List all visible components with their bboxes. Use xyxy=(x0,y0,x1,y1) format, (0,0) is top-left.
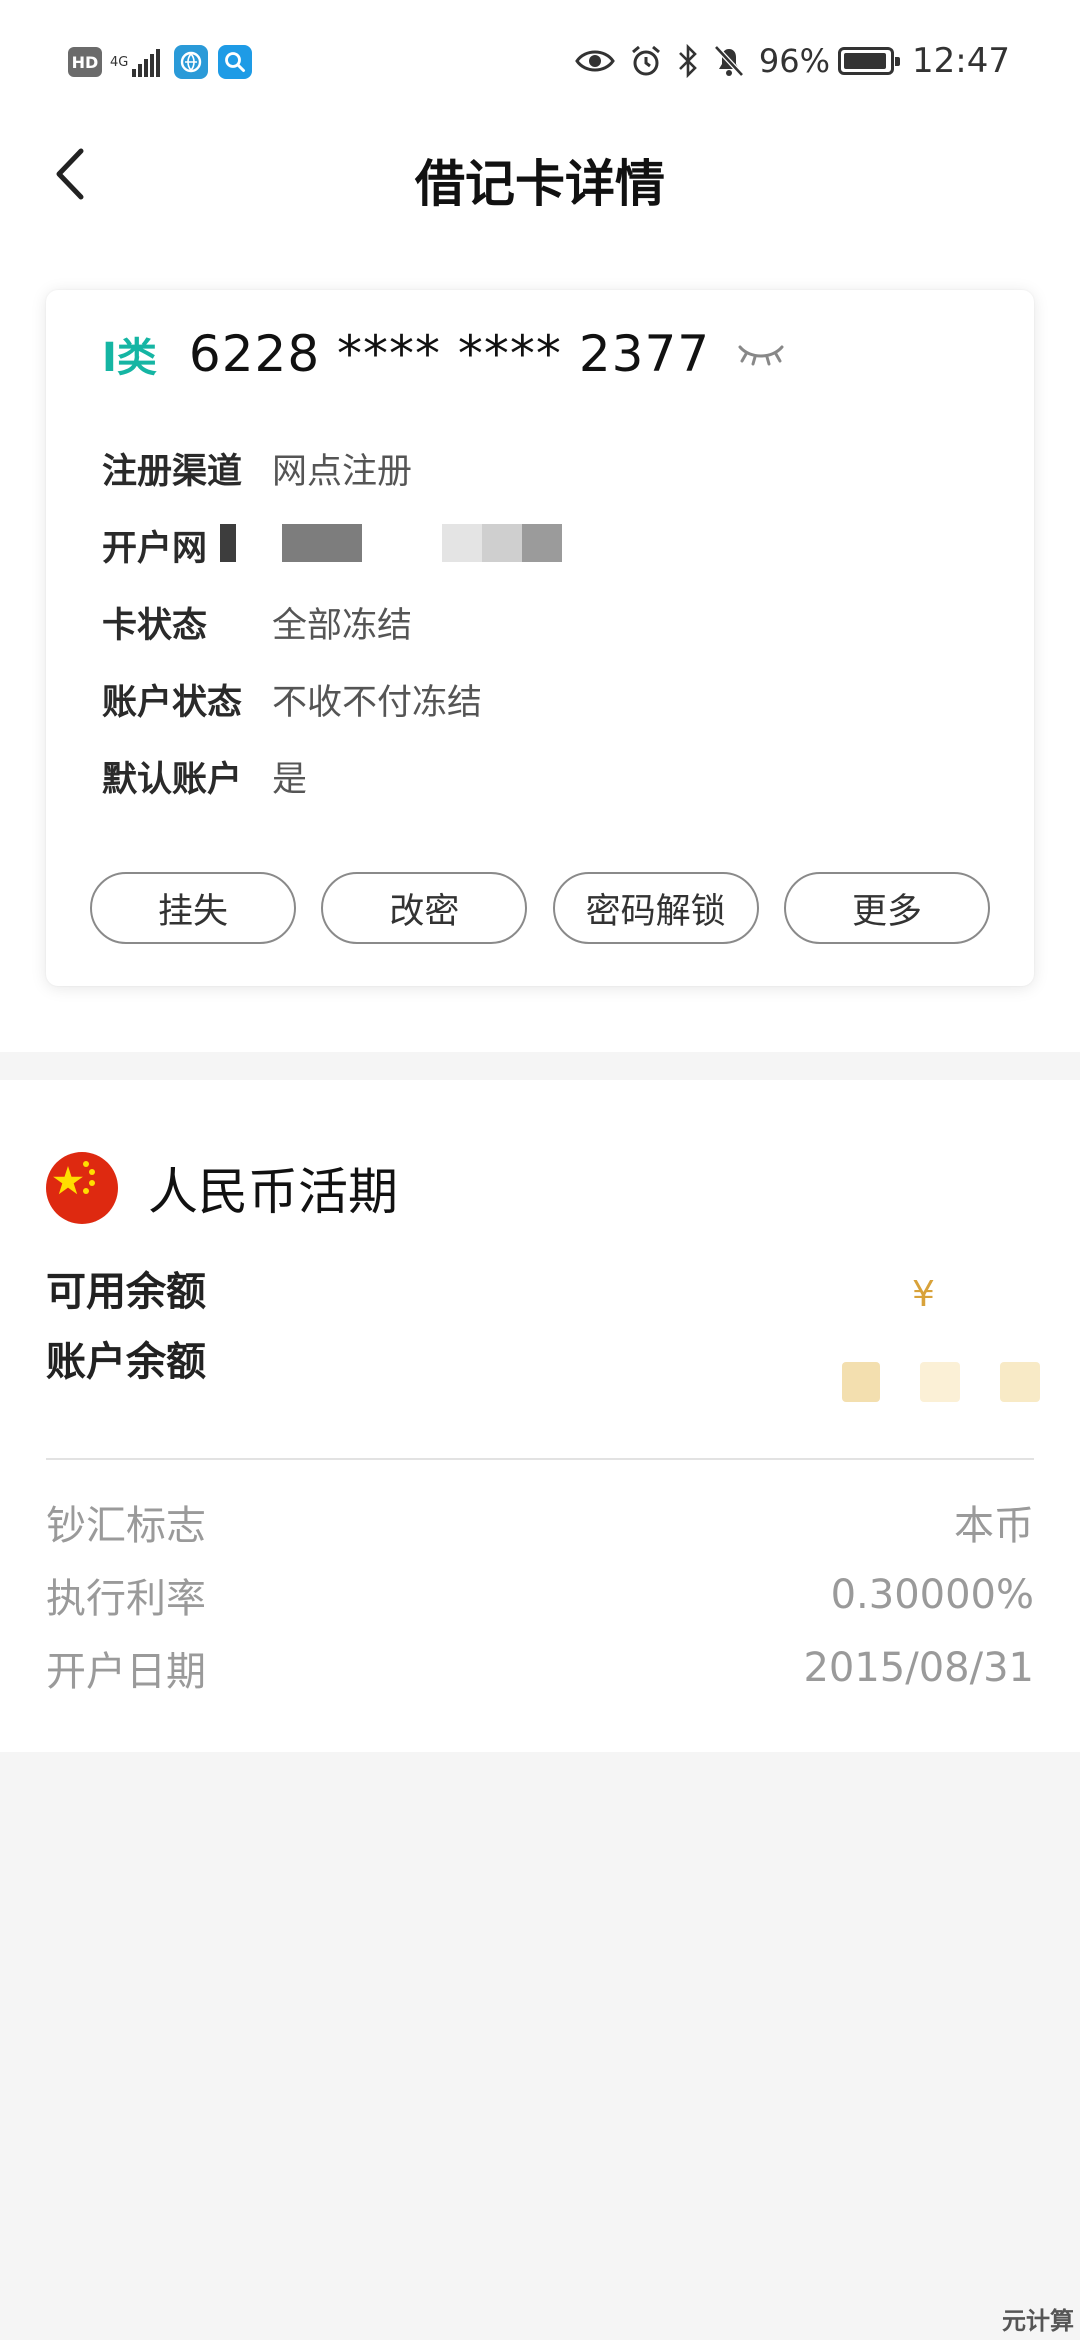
redacted-block xyxy=(1000,1362,1040,1402)
divider xyxy=(46,1458,1034,1460)
page: HD 4G 96% 12:47 借记卡详情 I类 6228 **** **** … xyxy=(0,0,1080,2340)
search-app-icon xyxy=(218,45,252,79)
account-header: 人民币活期 xyxy=(46,1148,398,1228)
alarm-icon xyxy=(629,44,663,78)
card-number: 6228 **** **** 2377 xyxy=(188,325,711,383)
info-label: 卡状态 xyxy=(102,606,208,646)
unlock-password-button[interactable]: 密码解锁 xyxy=(552,872,759,944)
meta-label: 执行利率 xyxy=(46,1576,206,1622)
meta-row-open-date: 开户日期 2015/08/31 xyxy=(46,1638,1034,1698)
info-value: 全部冻结 xyxy=(272,606,413,646)
available-balance-label: 可用余额 xyxy=(46,1269,206,1315)
battery-icon xyxy=(838,47,901,75)
meta-value: 本币 xyxy=(954,1503,1034,1549)
more-button[interactable]: 更多 xyxy=(783,872,990,944)
header: 借记卡详情 xyxy=(0,120,1080,230)
info-label: 默认账户 xyxy=(102,760,243,800)
info-label: 开户网 xyxy=(102,529,208,569)
redacted-block xyxy=(482,524,522,562)
info-row-card-status: 卡状态 全部冻结 xyxy=(102,584,982,661)
battery-percent: 96% xyxy=(758,42,831,80)
status-bar: HD 4G 96% 12:47 xyxy=(0,0,1080,120)
card-top: I类 6228 **** **** 2377 xyxy=(102,322,786,386)
eye-closed-icon[interactable] xyxy=(736,341,786,367)
network-type: 4G xyxy=(110,54,129,70)
bell-off-icon xyxy=(713,44,745,78)
meta-row-currency-flag: 钞汇标志 本币 xyxy=(46,1492,1034,1552)
info-row-default-account: 默认账户 是 xyxy=(102,738,982,815)
redacted-block xyxy=(842,1362,880,1402)
info-row-branch: 开户网 xyxy=(102,507,982,584)
watermark: 元计算 xyxy=(1002,2307,1074,2335)
meta-label: 开户日期 xyxy=(46,1649,206,1695)
card-class-badge: I类 xyxy=(102,335,157,381)
redacted-block xyxy=(920,1362,960,1402)
eye-icon xyxy=(575,47,615,75)
status-right: 96% 12:47 xyxy=(561,38,1010,84)
info-value: 是 xyxy=(272,760,308,800)
redacted-block xyxy=(220,524,236,562)
meta-value: 2015/08/31 xyxy=(803,1645,1034,1691)
currency-symbol: ¥ xyxy=(912,1274,935,1315)
bluetooth-icon xyxy=(677,44,699,78)
clock: 12:47 xyxy=(912,41,1010,81)
info-value: 不收不付冻结 xyxy=(272,683,483,723)
redacted-block xyxy=(442,524,482,562)
account-section: 人民币活期 可用余额 ¥ 账户余额 钞汇标志 本币 执行利率 0.30000% … xyxy=(0,1080,1080,1752)
info-value: 网点注册 xyxy=(272,452,413,492)
card-info-list: 注册渠道 网点注册 开户网 卡状态 全部冻结 账户状态 不收不付冻结 默认账户 … xyxy=(102,430,982,815)
page-title: 借记卡详情 xyxy=(415,155,665,213)
report-loss-button[interactable]: 挂失 xyxy=(90,872,296,944)
redacted-block xyxy=(282,524,362,562)
redacted-block xyxy=(522,524,562,562)
card-actions: 挂失 改密 密码解锁 更多 xyxy=(90,872,990,944)
info-label: 账户状态 xyxy=(102,683,243,723)
info-row-account-status: 账户状态 不收不付冻结 xyxy=(102,661,982,738)
info-row-channel: 注册渠道 网点注册 xyxy=(102,430,982,507)
browser-app-icon xyxy=(174,45,208,79)
meta-value: 0.30000% xyxy=(830,1572,1034,1618)
signal-icon xyxy=(132,47,162,77)
change-password-button[interactable]: 改密 xyxy=(321,872,528,944)
meta-row-interest-rate: 执行利率 0.30000% xyxy=(46,1565,1034,1625)
china-flag-icon xyxy=(46,1152,118,1224)
meta-label: 钞汇标志 xyxy=(46,1503,206,1549)
info-label: 注册渠道 xyxy=(102,452,243,492)
status-left: HD 4G xyxy=(68,42,262,82)
account-title: 人民币活期 xyxy=(148,1163,398,1221)
hd-badge: HD xyxy=(68,47,102,77)
debit-card-panel: I类 6228 **** **** 2377 注册渠道 网点注册 开户网 卡状态… xyxy=(46,290,1034,986)
account-balance-label: 账户余额 xyxy=(46,1339,206,1385)
